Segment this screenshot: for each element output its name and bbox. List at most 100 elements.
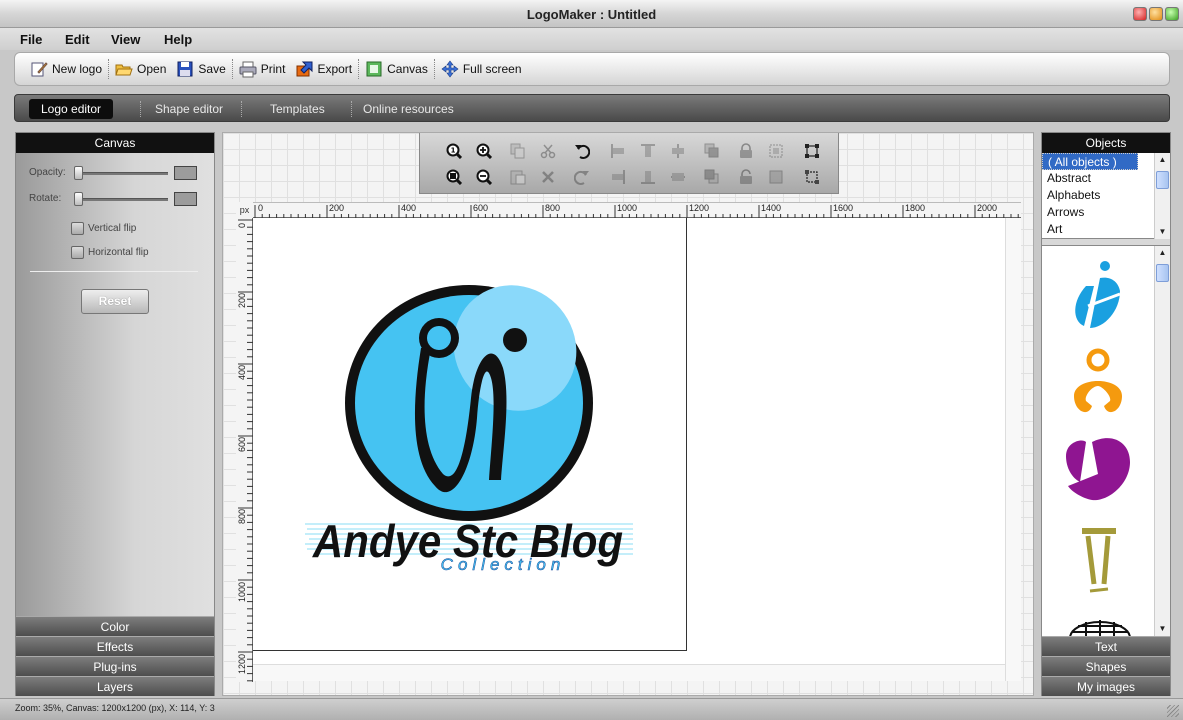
align-center-icon[interactable] — [670, 143, 686, 159]
vertical-flip-checkbox[interactable] — [71, 222, 84, 235]
black-globe-icon[interactable] — [1069, 620, 1131, 637]
menu-file[interactable]: File — [20, 30, 42, 47]
bring-forward-icon[interactable] — [704, 143, 720, 159]
unlock-icon[interactable] — [738, 169, 754, 185]
zoom-fit-icon[interactable] — [446, 169, 462, 185]
opacity-slider-thumb[interactable] — [74, 166, 83, 180]
blue-abstract-i-icon[interactable] — [1075, 261, 1121, 328]
open-label: Open — [137, 62, 167, 76]
section-plug-ins[interactable]: Plug-ins — [16, 656, 214, 676]
gallery-thumbnails — [1066, 261, 1131, 637]
canvas-button[interactable]: Canvas — [360, 57, 433, 81]
horizontal-flip-checkbox[interactable] — [71, 246, 84, 259]
ruler-h-label: 1000 — [617, 203, 638, 213]
scroll-up-icon[interactable]: ▲ — [1155, 246, 1170, 260]
olive-pillar-icon[interactable] — [1082, 528, 1116, 593]
full-screen-button[interactable]: Full screen — [436, 57, 527, 81]
ruler-h-label: 1400 — [761, 203, 782, 213]
undo-icon[interactable] — [574, 143, 590, 159]
object-category-list[interactable]: ( All objects ) Abstract Alphabets Arrow… — [1042, 153, 1170, 239]
scroll-down-icon[interactable]: ▼ — [1155, 225, 1170, 239]
rotate-slider[interactable] — [74, 198, 168, 201]
tab-online-resources[interactable]: Online resources — [351, 99, 466, 119]
toolbar-separator — [108, 59, 110, 79]
purple-shield-icon[interactable] — [1066, 438, 1130, 501]
cut-icon[interactable] — [540, 143, 556, 159]
ruler-v-label: 400 — [237, 364, 247, 380]
align-middle-icon[interactable] — [670, 169, 686, 185]
window-close-icon[interactable] — [1133, 7, 1147, 21]
export-button[interactable]: Export — [290, 57, 357, 81]
resize-grip-icon[interactable] — [1167, 705, 1179, 717]
logo-canvas[interactable]: Andye Stc Blog Collection — [253, 218, 687, 651]
tab-logo-editor[interactable]: Logo editor — [29, 99, 114, 119]
section-shapes[interactable]: Shapes — [1042, 656, 1170, 676]
reset-button[interactable]: Reset — [81, 289, 149, 314]
zoom-in-icon[interactable] — [476, 143, 492, 159]
section-layers[interactable]: Layers — [16, 676, 214, 696]
category-art[interactable]: Art — [1042, 221, 1170, 238]
redo-icon[interactable] — [574, 169, 590, 185]
category-alphabets[interactable]: Alphabets — [1042, 187, 1170, 204]
orange-knot-icon[interactable] — [1074, 348, 1122, 413]
tab-shape-editor[interactable]: Shape editor — [143, 99, 235, 119]
status-bar: Zoom: 35%, Canvas: 1200x1200 (px), X: 11… — [0, 698, 1183, 720]
category-list-scrollbar[interactable]: ▲ ▼ — [1154, 153, 1170, 239]
scroll-thumb[interactable] — [1156, 264, 1169, 282]
selection-bounds-icon[interactable] — [804, 169, 820, 185]
window-minimize-icon[interactable] — [1149, 7, 1163, 21]
canvas-horizontal-scrollbar[interactable] — [253, 664, 1005, 681]
menu-help[interactable]: Help — [164, 30, 192, 47]
scroll-thumb[interactable] — [1156, 171, 1169, 189]
category-arrows[interactable]: Arrows — [1042, 204, 1170, 221]
delete-icon[interactable] — [540, 169, 556, 185]
scroll-up-icon[interactable]: ▲ — [1155, 153, 1170, 167]
window-maximize-icon[interactable] — [1165, 7, 1179, 21]
menu-view[interactable]: View — [111, 30, 140, 47]
align-left-icon[interactable] — [610, 143, 626, 159]
zoom-out-icon[interactable] — [476, 169, 492, 185]
section-text[interactable]: Text — [1042, 636, 1170, 656]
object-tools-bar: 1 — [419, 133, 839, 194]
tab-separator — [241, 101, 242, 117]
section-color[interactable]: Color — [16, 616, 214, 636]
ruler-unit: px — [236, 202, 253, 218]
ungroup-icon[interactable] — [768, 169, 784, 185]
print-button[interactable]: Print — [234, 57, 291, 81]
canvas-vertical-scrollbar[interactable] — [1005, 218, 1021, 681]
group-icon[interactable] — [768, 143, 784, 159]
opacity-value-box[interactable] — [174, 166, 197, 180]
transform-icon[interactable] — [804, 143, 820, 159]
printer-icon — [239, 60, 257, 78]
section-my-images[interactable]: My images — [1042, 676, 1170, 696]
gallery-scrollbar[interactable]: ▲ ▼ — [1154, 246, 1170, 637]
zoom-100-icon[interactable]: 1 — [446, 143, 462, 159]
logo-artwork[interactable]: Andye Stc Blog Collection — [253, 218, 687, 651]
new-logo-button[interactable]: New logo — [25, 57, 107, 81]
new-logo-icon — [30, 60, 48, 78]
category-abstract[interactable]: Abstract — [1042, 170, 1170, 187]
paste-icon[interactable] — [510, 169, 526, 185]
menu-edit[interactable]: Edit — [65, 30, 90, 47]
tab-templates[interactable]: Templates — [258, 99, 337, 119]
canvas-label: Canvas — [387, 62, 428, 76]
lock-icon[interactable] — [738, 143, 754, 159]
ruler-h-label: 600 — [473, 203, 489, 213]
section-effects[interactable]: Effects — [16, 636, 214, 656]
copy-icon[interactable] — [510, 143, 526, 159]
scroll-down-icon[interactable]: ▼ — [1155, 622, 1170, 636]
rotate-value-box[interactable] — [174, 192, 197, 206]
open-button[interactable]: Open — [110, 57, 171, 81]
category-all-objects[interactable]: ( All objects ) — [1042, 153, 1138, 170]
align-top-icon[interactable] — [640, 143, 656, 159]
ruler-h-label: 800 — [545, 203, 561, 213]
horizontal-ruler: 0 200 400 600 800 1000 1200 1400 1600 18… — [253, 202, 1021, 219]
ruler-h-label: 200 — [329, 203, 345, 213]
opacity-slider[interactable] — [74, 172, 168, 175]
send-backward-icon[interactable] — [704, 169, 720, 185]
rotate-slider-thumb[interactable] — [74, 192, 83, 206]
save-button[interactable]: Save — [171, 57, 230, 81]
align-right-icon[interactable] — [610, 169, 626, 185]
align-bottom-icon[interactable] — [640, 169, 656, 185]
object-gallery: ▲ ▼ — [1042, 245, 1170, 637]
